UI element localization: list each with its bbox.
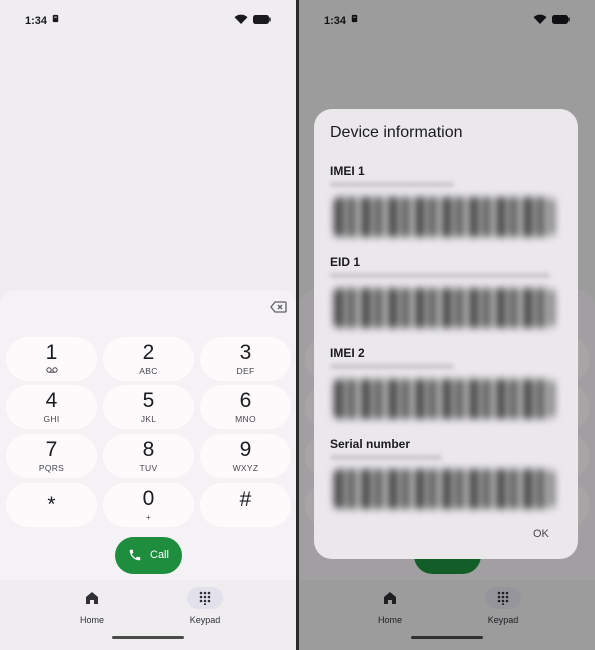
serial-number-label: Serial number [330, 437, 411, 451]
key-letters: MNO [235, 414, 256, 424]
device-info-dialog: Device information IMEI 1 EID 1 IMEI 2 S… [314, 109, 578, 559]
key-0[interactable]: 0 + [103, 483, 194, 527]
key-letters: JKL [140, 414, 157, 424]
redacted-line [330, 364, 454, 369]
key-4[interactable]: 4 GHI [6, 385, 97, 429]
key-6[interactable]: 6 MNO [200, 385, 291, 429]
key-digit: 4 [45, 389, 58, 412]
key-letters: PQRS [38, 463, 65, 473]
key-3[interactable]: 3 DEF [200, 337, 291, 381]
home-icon [86, 592, 98, 604]
nav-home-label: Home [79, 615, 104, 625]
key-letters: ABC [139, 366, 158, 376]
key-hash[interactable]: # [200, 483, 291, 527]
redacted-value [334, 379, 554, 419]
key-digit: 0 [142, 487, 155, 510]
dialog-title: Device information [330, 124, 463, 141]
key-1[interactable]: 1 [6, 337, 97, 381]
redacted-line [330, 273, 550, 278]
key-7[interactable]: 7 PQRS [6, 434, 97, 478]
key-digit: 8 [142, 438, 155, 461]
nav-keypad[interactable]: Keypad [175, 587, 235, 625]
key-digit: # [239, 488, 252, 511]
key-letters: GHI [43, 414, 60, 424]
dialer-screen: 1:34 1 2 ABC 3 DEF 4 GHI 5 JKL 6 MNO 7 P… [0, 0, 296, 650]
key-letters: + [145, 512, 152, 522]
key-digit: 9 [239, 438, 252, 461]
key-digit: 3 [239, 341, 252, 364]
key-2[interactable]: 2 ABC [103, 337, 194, 381]
call-button[interactable]: Call [115, 537, 182, 574]
keypad-dots-icon [199, 591, 211, 605]
call-label: Call [150, 549, 169, 561]
gesture-bar[interactable] [112, 636, 184, 639]
backspace-icon[interactable] [270, 301, 287, 313]
device-info-screen: 1:34 Home Keypad Device information IMEI… [299, 0, 595, 650]
ok-button[interactable]: OK [533, 528, 549, 540]
battery-icon [253, 15, 271, 24]
key-digit: 6 [239, 389, 252, 412]
voicemail-icon [45, 367, 58, 373]
eid1-label: EID 1 [330, 255, 361, 269]
key-8[interactable]: 8 TUV [103, 434, 194, 478]
redacted-value [334, 288, 554, 328]
status-bar: 1:34 [0, 0, 296, 42]
key-digit: 5 [142, 389, 155, 412]
key-letters: WXYZ [232, 463, 259, 473]
redacted-value [334, 197, 554, 237]
key-digit: 2 [142, 341, 155, 364]
wifi-icon [234, 14, 248, 24]
status-time: 1:34 [25, 15, 48, 27]
imei2-label: IMEI 2 [330, 346, 365, 360]
notification-icon [52, 14, 59, 23]
nav-keypad-label: Keypad [189, 615, 221, 625]
nav-home[interactable]: Home [62, 587, 122, 625]
key-digit: 1 [45, 341, 58, 364]
key-star[interactable]: * [6, 483, 97, 527]
key-9[interactable]: 9 WXYZ [200, 434, 291, 478]
key-digit: 7 [45, 438, 58, 461]
key-letters: TUV [139, 463, 158, 473]
redacted-value [334, 469, 554, 509]
imei1-label: IMEI 1 [330, 164, 365, 178]
redacted-line [330, 182, 454, 187]
key-5[interactable]: 5 JKL [103, 385, 194, 429]
redacted-line [330, 455, 442, 460]
key-letters: DEF [236, 366, 255, 376]
key-digit: * [47, 493, 56, 516]
phone-icon [129, 549, 141, 561]
